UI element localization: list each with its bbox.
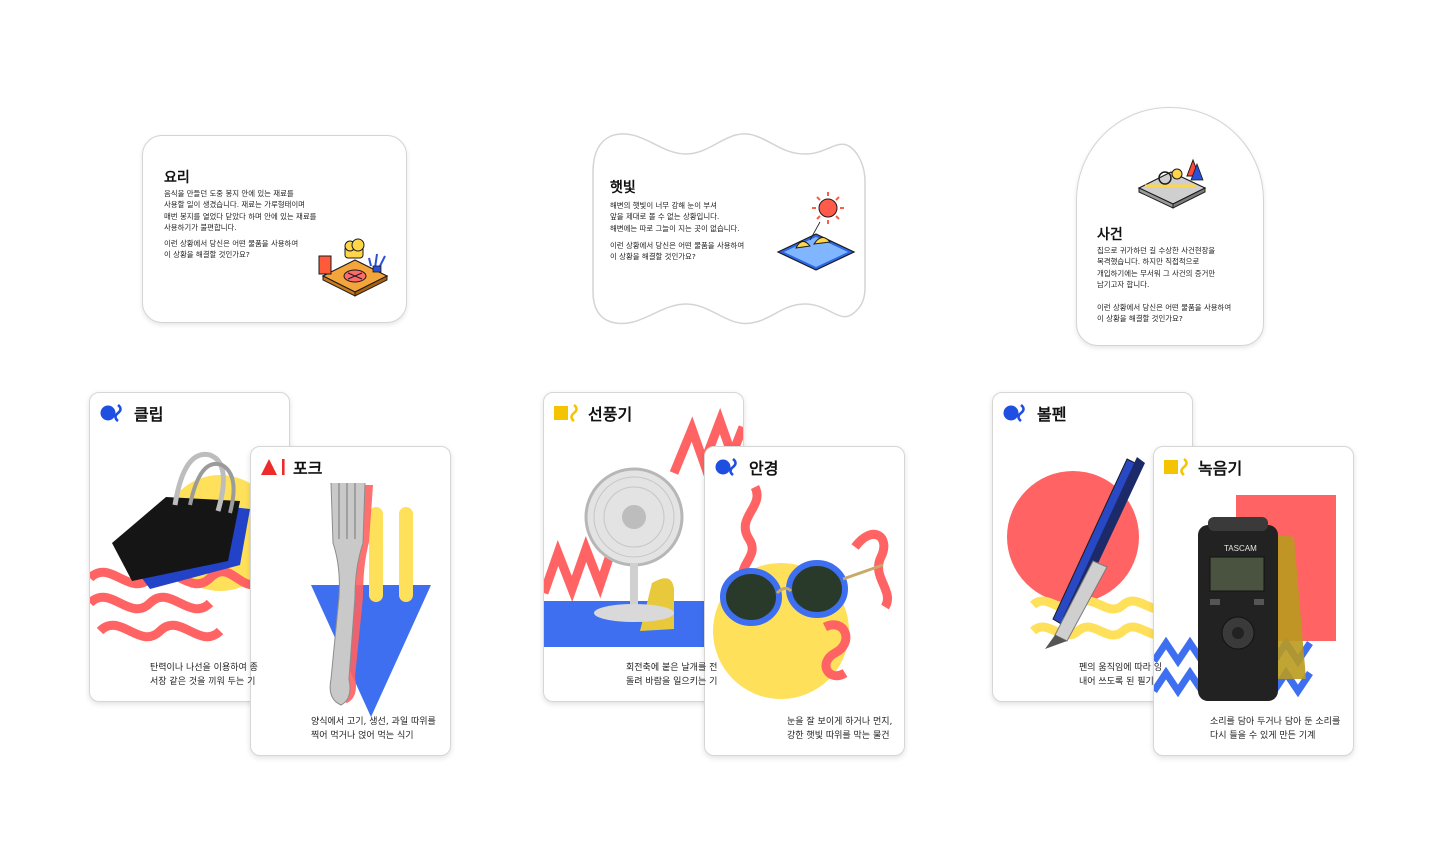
object-card-glasses[interactable]: 안경 눈을 잘 보이게 하거나 먼지, 강한 햇빛 따위를 막는 물건 xyxy=(704,446,905,756)
circle-squiggle-icon xyxy=(715,458,737,476)
circle-squiggle-icon xyxy=(1003,404,1025,422)
square-squiggle-icon xyxy=(554,404,578,422)
beach-sun-icon xyxy=(776,192,856,271)
card-header: 클립 xyxy=(100,401,163,425)
card-title: 안경 xyxy=(749,459,779,478)
device-brand-text: TASCAM xyxy=(1224,544,1257,553)
situation-question: 이런 상황에서 당신은 어떤 물품을 사용하여 이 상황을 해결할 것인가요? xyxy=(1097,303,1232,324)
card-description: 소리를 담아 두거나 담아 둔 소리를 다시 들을 수 있게 만든 기계 xyxy=(1210,717,1341,741)
situation-title: 요리 xyxy=(164,170,190,186)
situation-card-cooking[interactable]: 요리 음식을 만들던 도중 봉지 안에 있는 재료를 사용할 일이 생겼습니다.… xyxy=(142,135,407,323)
fork-artwork xyxy=(311,482,431,717)
cooking-table-icon xyxy=(318,238,389,297)
card-title: 볼펜 xyxy=(1037,405,1067,424)
situation-body: 음식을 만들던 도중 봉지 안에 있는 재료를 사용할 일이 생겼습니다. 재료… xyxy=(164,189,317,233)
recorder-artwork: TASCAM xyxy=(1154,495,1336,701)
card-header: 볼펜 xyxy=(1003,401,1066,425)
crime-scene-icon xyxy=(1137,158,1207,209)
situation-title: 햇빛 xyxy=(610,180,636,196)
card-header: 포크 xyxy=(261,455,322,479)
situation-question: 이런 상황에서 당신은 어떤 물품을 사용하여 이 상황을 해결할 것인가요? xyxy=(610,241,745,262)
situation-body: 해변의 햇빛이 너무 강해 눈이 부셔 앞을 제대로 볼 수 없는 상황입니다.… xyxy=(610,201,740,233)
square-squiggle-icon xyxy=(1164,458,1188,476)
glasses-artwork xyxy=(713,484,892,699)
card-title: 클립 xyxy=(134,405,164,424)
card-header: 녹음기 xyxy=(1164,455,1242,479)
object-card-fork[interactable]: 포크 양식에서 고기, 생선, 과일 따위를 찍어 먹거나 얹어 먹는 식기 xyxy=(250,446,451,756)
situation-card-sunlight[interactable]: 햇빛 해변의 햇빛이 너무 강해 눈이 부셔 앞을 제대로 볼 수 없는 상황입… xyxy=(589,132,867,328)
card-title: 녹음기 xyxy=(1198,459,1243,478)
card-description: 회전축에 붙은 날개를 전 돌려 바람을 일으키는 기 xyxy=(626,663,718,687)
card-header: 안경 xyxy=(715,455,778,479)
card-title: 포크 xyxy=(293,459,323,478)
card-description: 펜의 움직임에 따라 잉 내어 쓰도록 된 필기 xyxy=(1079,663,1163,687)
circle-squiggle-icon xyxy=(100,404,122,422)
card-description: 눈을 잘 보이게 하거나 먼지, 강한 햇빛 따위를 막는 물건 xyxy=(787,717,893,741)
triangle-line-icon xyxy=(261,459,285,475)
card-header: 선풍기 xyxy=(554,401,632,425)
situation-card-incident[interactable]: 사건 집으로 귀가하던 길 수상한 사건현장을 목격했습니다. 하지만 직접적으… xyxy=(1076,107,1264,346)
situation-body: 집으로 귀가하던 길 수상한 사건현장을 목격했습니다. 하지만 직접적으로 개… xyxy=(1097,246,1216,290)
situation-title: 사건 xyxy=(1097,227,1123,243)
card-description: 탄력이나 나선을 이용하여 종 서장 같은 것을 끼워 두는 기 xyxy=(150,663,258,687)
card-description: 양식에서 고기, 생선, 과일 따위를 찍어 먹거나 얹어 먹는 식기 xyxy=(311,717,436,741)
situation-question: 이런 상황에서 당신은 어떤 물품을 사용하여 이 상황을 해결할 것인가요? xyxy=(164,239,299,260)
card-title: 선풍기 xyxy=(588,405,633,424)
object-card-recorder[interactable]: TASCAM 녹음기 소리를 담아 두거나 담아 둔 소리를 다시 들을 수 있… xyxy=(1153,446,1354,756)
